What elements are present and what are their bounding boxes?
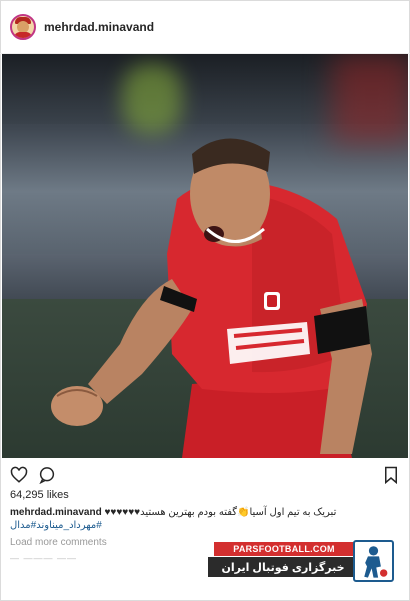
player-logo-icon bbox=[353, 540, 394, 582]
watermark-site: PARSFOOTBALL.COM bbox=[214, 542, 354, 556]
load-more-comments-link[interactable]: Load more comments bbox=[10, 537, 107, 548]
username-link[interactable]: mehrdad.minavand bbox=[44, 20, 154, 34]
post-photo[interactable] bbox=[2, 54, 408, 458]
avatar[interactable] bbox=[10, 13, 36, 40]
bookmark-icon[interactable] bbox=[382, 466, 400, 484]
caption: mehrdad.minavand تبریک به تیم اول آسیا👏گ… bbox=[10, 506, 402, 520]
likes-count[interactable]: 64,295 likes bbox=[10, 489, 69, 501]
comment-preview: — ——— —— bbox=[10, 553, 78, 563]
comment-icon[interactable] bbox=[38, 466, 56, 484]
caption-username[interactable]: mehrdad.minavand bbox=[10, 507, 102, 518]
player-photo bbox=[51, 138, 372, 458]
caption-text: تبریک به تیم اول آسیا👏گفته بودم بهترین ه… bbox=[104, 507, 337, 518]
heart-icon[interactable] bbox=[10, 466, 28, 484]
action-bar bbox=[10, 466, 400, 486]
post-header: mehrdad.minavand bbox=[0, 0, 410, 54]
hashtag-links[interactable]: #مهرداد_میناوند#مدال bbox=[10, 520, 102, 531]
watermark-tagline: خبرگزاری فوتبال ایران bbox=[208, 557, 358, 577]
parsfootball-watermark: PARSFOOTBALL.COM خبرگزاری فوتبال ایران bbox=[208, 540, 394, 582]
